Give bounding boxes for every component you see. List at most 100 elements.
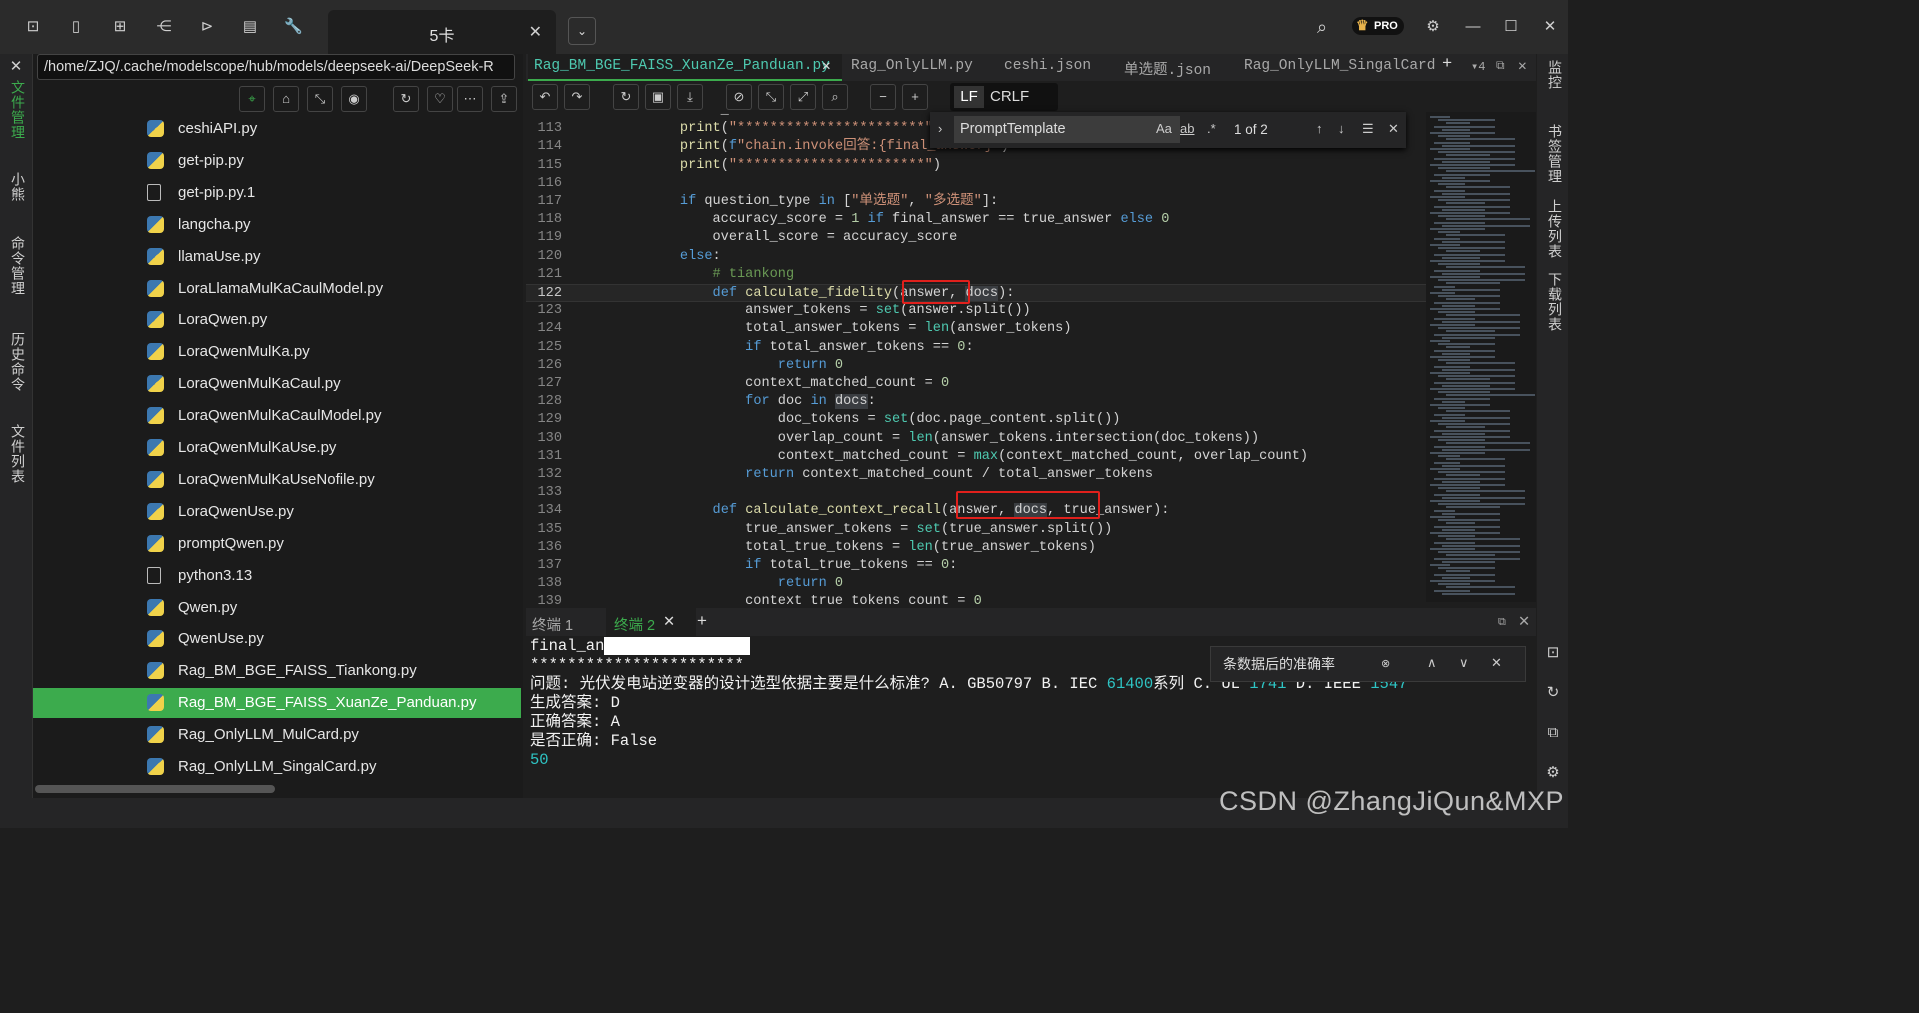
minimize-icon[interactable]: — [1464,18,1482,36]
zoom-icon[interactable]: ⌕ [822,84,848,110]
chevron-right-icon[interactable]: › [938,121,942,136]
locate-icon[interactable]: ⌖ [239,86,265,112]
vtab-bear[interactable]: 小熊 [8,172,28,202]
file-item[interactable]: Qwen.py [33,593,521,623]
file-item[interactable]: LoraLlamaMulKaCaulModel.py [33,274,521,304]
file-item[interactable]: Rag_OnlyLLM_SingalCard.py [33,752,521,782]
match-case-icon[interactable]: Aa [1156,121,1172,136]
undo-icon[interactable]: ↶ [532,84,558,110]
save-icon[interactable]: ▣ [645,84,671,110]
file-item[interactable]: get-pip.py.1 [33,178,521,208]
maximize-terminal-icon[interactable]: ⧉ [1498,616,1506,629]
file-item[interactable]: promptQwen.py [33,529,521,559]
file-item[interactable]: get-pip.py [33,146,521,176]
file-item[interactable]: ceshiAPI.py [33,114,521,144]
close-panel-icon[interactable]: ✕ [7,58,25,76]
search-icon[interactable]: ⌕ [1313,18,1331,36]
file-item[interactable]: LoraQwenUse.py [33,497,521,527]
regex-icon[interactable]: .* [1207,121,1216,136]
window-close-icon[interactable]: ✕ [1541,18,1559,36]
horizontal-scrollbar[interactable] [35,785,275,793]
file-item[interactable]: Rag_BM_BGE_FAISS_XuanZe_Panduan.py [33,688,521,719]
home-icon[interactable]: ⌂ [273,86,299,112]
vtab-bookmarks[interactable]: 书签管理 [1545,124,1565,184]
heart-icon[interactable]: ♡ [427,86,453,112]
vtab-monitor[interactable]: 监控 [1545,60,1565,90]
vtab-history[interactable]: 历史命令 [8,332,28,392]
file-item[interactable]: Rag_OnlyLLM_MulCard.py [33,720,521,750]
clear-icon[interactable]: ⊗ [1381,657,1390,670]
bookmark-icon[interactable]: ▯ [67,18,85,36]
gear-icon[interactable]: ⚙ [1424,18,1442,36]
file-item[interactable]: langcha.py [33,210,521,240]
tree-icon[interactable]: ⋲ [155,18,173,36]
tab-terminal-1[interactable]: 终端 1 [532,614,573,635]
expand-icon[interactable]: ⤢ [790,84,816,110]
document-icon[interactable]: ▤ [241,18,259,36]
close-terminal-icon[interactable]: ✕ [1518,614,1530,630]
prev-match-icon[interactable]: ∧ [1427,655,1437,671]
new-terminal-icon[interactable]: + [697,611,707,631]
file-item[interactable]: python3.13 [33,561,521,591]
tab-terminal-2[interactable]: 终端 2 [614,614,655,635]
vtab-upload-list[interactable]: 上传列表 [1545,199,1565,259]
line-ending-toggle[interactable]: LF CRLF [950,83,1058,111]
terminal-side-icon[interactable]: ⊡ [1544,644,1562,662]
copy-side-icon[interactable]: ⧉ [1544,724,1562,742]
arrow-up-icon[interactable]: ↑ [1316,121,1323,136]
eye-icon[interactable]: ◉ [341,86,367,112]
shrink-icon[interactable]: ⤡ [758,84,784,110]
chevron-down-icon[interactable]: ⌄ [568,17,596,45]
upload-icon[interactable]: ⇪ [491,86,517,112]
close-icon[interactable]: ✕ [663,614,675,630]
zoom-out-icon[interactable]: − [870,84,896,110]
file-item[interactable]: Rag_BM_BGE_FAISS_Tiankong.py [33,656,521,686]
compass-icon[interactable]: ⊘ [726,84,752,110]
tab-rag-xuanze[interactable]: Rag_BM_BGE_FAISS_XuanZe_Panduan.py [534,58,830,74]
tab-danxuanti-json[interactable]: 单选题.json [1124,58,1211,79]
session-tab[interactable]: 5卡 ✕ [328,10,556,54]
eol-lf[interactable]: LF [954,86,984,108]
arrow-down-icon[interactable]: ↓ [1338,121,1345,136]
file-item[interactable]: LoraQwenMulKaCaul.py [33,369,521,399]
close-icon[interactable]: ✕ [822,58,831,75]
terminal-icon[interactable]: ⊡ [24,18,42,36]
terminal-search-input[interactable]: 条数据后的准确率 [1215,651,1401,678]
reload-icon[interactable]: ↻ [613,84,639,110]
download-icon[interactable]: ⤓ [677,84,703,110]
refresh-side-icon[interactable]: ↻ [1544,684,1562,702]
next-match-icon[interactable]: ∨ [1459,655,1469,671]
path-input[interactable]: /home/ZJQ/.cache/modelscope/hub/models/d… [37,54,515,80]
new-tab-icon[interactable]: + [1442,55,1452,74]
file-item[interactable]: QwenUse.py [33,624,521,654]
close-editor-icon[interactable]: ✕ [1518,58,1527,75]
pro-badge[interactable]: ♛ PRO [1352,17,1404,35]
tab-overflow[interactable]: ▾4 [1471,59,1485,74]
close-icon[interactable]: ✕ [1388,121,1399,137]
file-item[interactable]: LoraQwen.py [33,305,521,335]
close-icon[interactable]: ✕ [1491,655,1502,671]
tab-rag-singalcard[interactable]: Rag_OnlyLLM_SingalCard [1244,58,1435,74]
refresh-icon[interactable]: ↻ [393,86,419,112]
grid-icon[interactable]: ⊞ [111,18,129,36]
tab-rag-onlyllm[interactable]: Rag_OnlyLLM.py [851,58,973,74]
vtab-file-list[interactable]: 文件列表 [8,424,28,484]
maximize-icon[interactable]: ☐ [1502,18,1520,36]
vtab-command-manager[interactable]: 命令管理 [8,236,28,296]
console-icon[interactable]: ⊳ [198,18,216,36]
minimap[interactable] [1426,112,1536,602]
vtab-download-list[interactable]: 下载列表 [1545,272,1565,332]
settings-side-icon[interactable]: ⚙ [1544,764,1562,782]
more-icon[interactable]: ⋯ [457,86,483,112]
redo-icon[interactable]: ↷ [564,84,590,110]
file-item[interactable]: LoraQwenMulKa.py [33,337,521,367]
find-input[interactable]: PromptTemplate [954,116,1180,143]
file-item[interactable]: LoraQwenMulKaUseNofile.py [33,465,521,495]
maximize-editor-icon[interactable]: ⧉ [1496,59,1505,73]
wrench-icon[interactable]: 🔧 [284,18,303,36]
file-item[interactable]: llamaUse.py [33,242,521,272]
code-area[interactable]: 112 final_answer = answer 113 print("****… [526,113,1426,604]
whole-word-icon[interactable]: ab [1180,121,1194,136]
eol-crlf[interactable]: CRLF [990,86,1029,108]
collapse-icon[interactable]: ⤡ [307,86,333,112]
